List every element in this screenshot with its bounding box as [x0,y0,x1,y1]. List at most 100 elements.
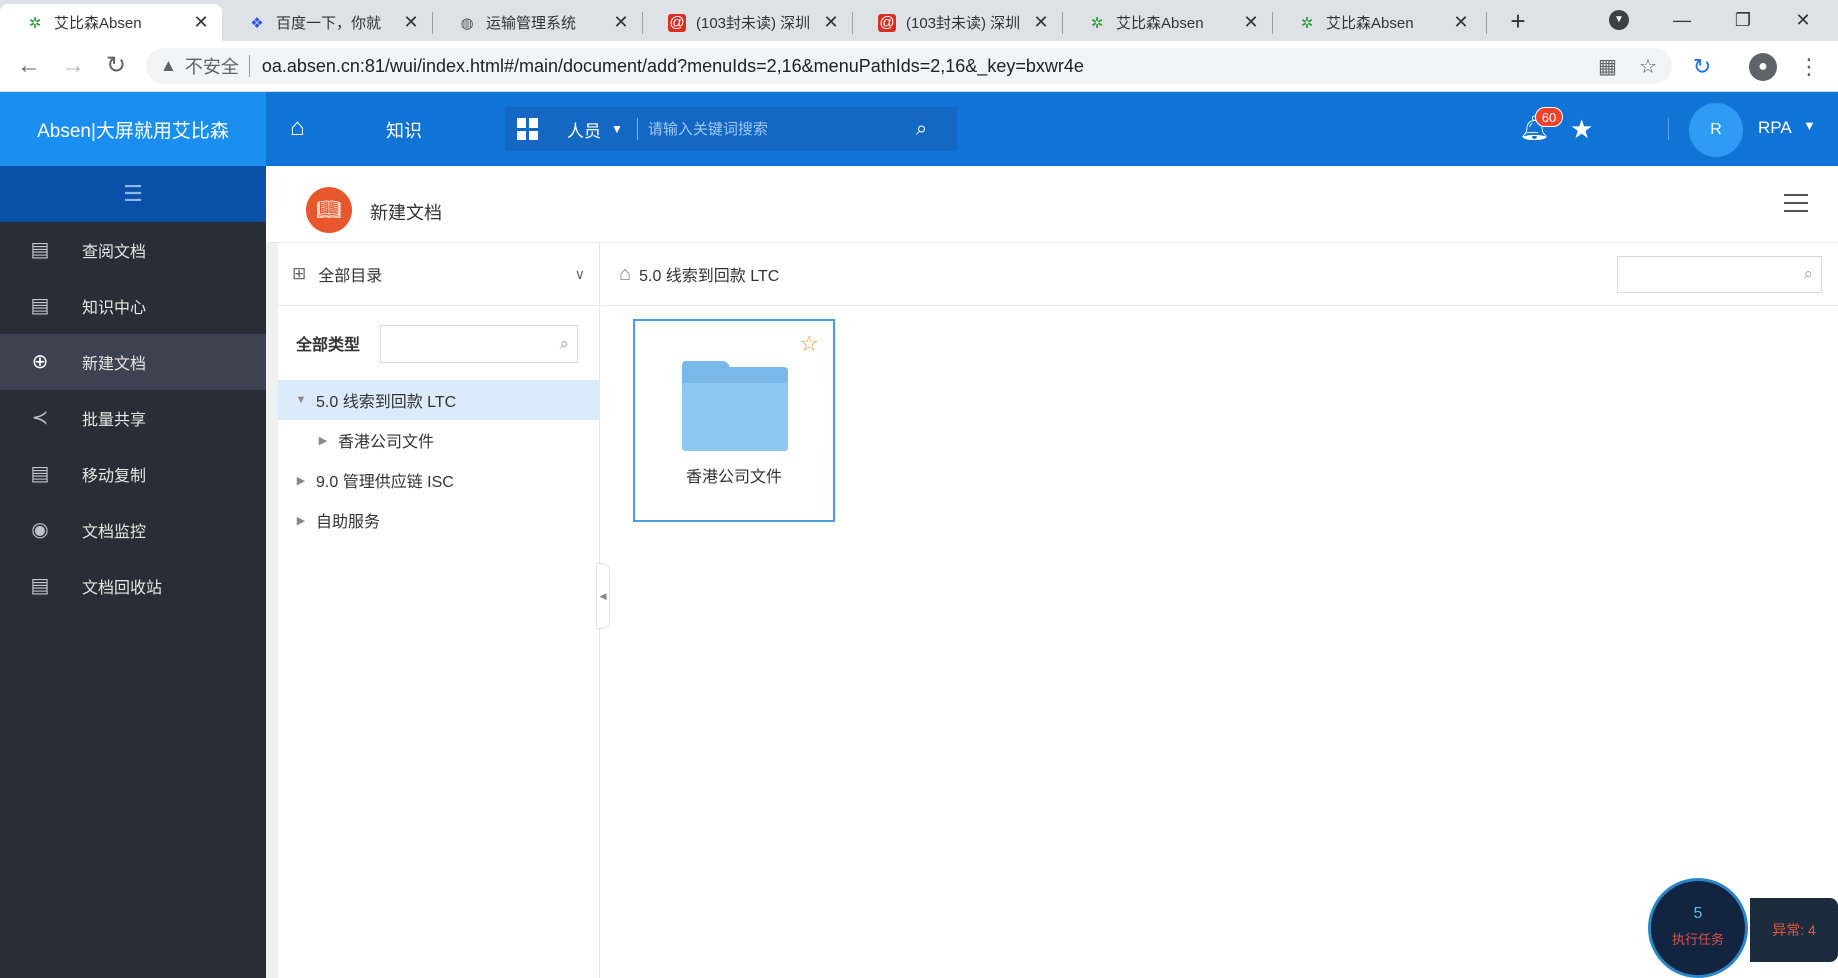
breadcrumb-current: 5.0 线索到回款 LTC [639,268,780,285]
browser-menu-icon[interactable]: ⋮ [1795,53,1823,81]
tree-node[interactable]: ▶ 自助服务 [278,500,599,540]
folder-card[interactable]: ☆ 香港公司文件 [633,319,835,522]
browser-tab[interactable]: ◍ 运输管理系统 ✕ [432,4,642,41]
address-bar[interactable]: ▲ 不安全 oa.absen.cn:81/wui/index.html#/mai… [146,48,1672,84]
security-label[interactable]: 不安全 [185,53,239,79]
module-label[interactable]: 知识 [386,117,422,143]
search-type-grid-icon[interactable] [517,118,539,140]
sidebar-item-label: 批量共享 [82,412,147,429]
browser-tab[interactable]: ✲ 艾比森Absen ✕ [1062,4,1272,41]
user-menu-chevron-icon[interactable]: ▼ [1803,118,1816,133]
close-tab-icon[interactable]: ✕ [822,12,840,33]
browser-tab[interactable]: ❖ 百度一下，你就 ✕ [222,4,432,41]
browser-tab[interactable]: ✲ 艾比森Absen ✕ [0,4,222,41]
tree-node[interactable]: ▶ 香港公司文件 [278,420,599,460]
browser-tab[interactable]: @ (103封未读) 深圳 ✕ [642,4,852,41]
restore-icon[interactable]: ❐ [1729,6,1757,34]
sidebar-item-view-docs[interactable]: ▤ 查阅文档 [0,222,266,278]
close-tab-icon[interactable]: ✕ [192,12,210,33]
rpa-status-widget[interactable]: 5 执行任务 异常: 4 [1648,878,1838,978]
sidebar-item-doc-monitor[interactable]: ◉ 文档监控 [0,502,266,558]
search-icon[interactable]: ⌕ [559,334,569,354]
favorite-star-icon[interactable]: ☆ [799,331,819,357]
home-outline-icon[interactable]: ⌂ [619,263,631,286]
close-tab-icon[interactable]: ✕ [1242,12,1260,33]
tab-title: (103封未读) 深圳 [696,15,811,32]
directory-select[interactable]: ⊞ 全部目录 ∨ [278,243,599,306]
mail-icon: @ [668,13,686,32]
close-tab-icon[interactable]: ✕ [612,12,630,33]
profile-icon-wrap[interactable]: ● [1749,53,1777,81]
caret-right-icon[interactable]: ▶ [294,514,308,527]
chevron-down-icon[interactable]: ∨ [575,266,585,283]
search-icon[interactable]: ⌕ [1803,264,1813,284]
sidebar-item-label: 文档监控 [82,524,147,541]
list-menu-icon[interactable] [1784,194,1808,218]
close-tab-icon[interactable]: ✕ [1452,12,1470,33]
mail-icon: @ [878,13,896,32]
new-tab-plus-icon[interactable]: + [1503,6,1533,36]
search-scope-select[interactable]: 人员 [567,117,601,142]
tree-node[interactable]: ▶ 9.0 管理供应链 ISC [278,460,599,500]
caret-down-icon[interactable]: ▼ [294,394,308,406]
user-name[interactable]: RPA [1758,118,1792,138]
monitor-icon: ◉ [31,519,49,541]
close-window-icon[interactable]: ✕ [1789,6,1817,34]
home-icon[interactable]: ⌂ [290,114,305,142]
favorites-star-icon[interactable]: ★ [1570,114,1593,145]
tree-node-label: 5.0 线索到回款 LTC [316,394,457,411]
browser-tab[interactable]: ✲ 艾比森Absen ✕ [1272,4,1482,41]
sidebar-collapse-icon[interactable]: ☰ [0,166,266,222]
sidebar-item-knowledge-center[interactable]: ▤ 知识中心 [0,278,266,334]
rpa-task-circle[interactable]: 5 执行任务 [1648,878,1748,978]
warning-triangle-icon: ▲ [160,56,177,75]
extension-refresh-icon[interactable]: ↻ [1688,53,1716,81]
type-search-box: ⌕ [380,325,578,363]
running-task-count: 5 [1693,905,1703,922]
bookmark-star-icon[interactable]: ☆ [1639,54,1657,79]
search-icon[interactable]: ⌕ [916,118,927,141]
app-header: Absen|大屏就用艾比森 ⌂ 知识 人员 ▼ ⌕ 🔔︎ 60 ★ ··· R … [0,92,1838,166]
global-search: 人员 ▼ ⌕ [505,107,957,151]
tab-title: (103封未读) 深圳 [906,15,1021,32]
directory-label: 全部目录 [318,268,383,285]
profile-avatar-icon[interactable]: ● [1749,53,1777,81]
tab-search-icon[interactable]: ▼ [1609,10,1629,30]
forward-arrow-icon[interactable]: → [58,51,88,81]
tree-node[interactable]: ▼ 5.0 线索到回款 LTC [278,380,599,420]
running-task-label: 执行任务 [1671,932,1724,947]
search-input[interactable] [647,120,908,138]
copy-icon: ▤ [30,463,50,485]
tree-node-label: 自助服务 [316,514,381,531]
caret-right-icon[interactable]: ▶ [316,434,330,447]
open-book-icon: 📖︎ [306,187,352,233]
chevron-down-icon[interactable]: ▼ [611,122,623,136]
baidu-paw-icon: ❖ [250,14,264,32]
sidebar-item-batch-share[interactable]: ≺ 批量共享 [0,390,266,446]
tab-title: 运输管理系统 [486,15,577,32]
user-avatar[interactable]: R [1689,103,1743,157]
reload-icon[interactable]: ↻ [101,51,131,81]
caret-right-icon[interactable]: ▶ [294,474,308,487]
error-count-label[interactable]: 异常: 4 [1750,898,1838,962]
folder-icon [682,361,788,451]
close-tab-icon[interactable]: ✕ [402,12,420,33]
qr-code-icon[interactable]: ▦ [1598,54,1617,79]
globe-icon: ◍ [460,14,474,32]
sidebar-item-move-copy[interactable]: ▤ 移动复制 [0,446,266,502]
sidebar-item-new-document[interactable]: ⊕ 新建文档 [0,334,266,390]
brand-logo[interactable]: Absen|大屏就用艾比森 [0,92,266,166]
back-arrow-icon[interactable]: ← [14,51,44,81]
folder-name: 香港公司文件 [685,469,782,486]
document-search-input[interactable] [1618,257,1788,292]
type-search-input[interactable] [381,326,541,362]
main-area: 📖︎ 新建文档 ⊞ 全部目录 ∨ 全部类型 ⌕ ▼ 5.0 线索到回款 LTC … [266,166,1838,978]
minimize-icon[interactable]: — [1668,6,1696,34]
close-tab-icon[interactable]: ✕ [1032,12,1050,33]
share-icon: ≺ [31,407,49,429]
url-text[interactable]: oa.absen.cn:81/wui/index.html#/main/docu… [262,56,1084,77]
directory-tree-panel: ⊞ 全部目录 ∨ 全部类型 ⌕ ▼ 5.0 线索到回款 LTC ▶ 香港公司文件… [278,243,600,978]
sidebar-item-recycle-bin[interactable]: ▤ 文档回收站 [0,558,266,614]
type-filter: 全部类型 ⌕ [278,306,599,380]
browser-tab[interactable]: @ (103封未读) 深圳 ✕ [852,4,1062,41]
